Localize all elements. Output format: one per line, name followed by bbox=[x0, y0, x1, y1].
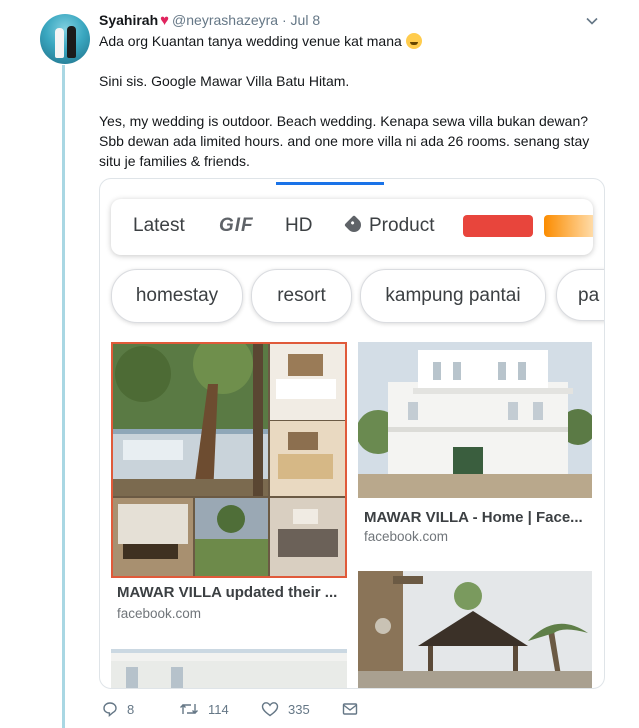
villa-photo bbox=[358, 342, 592, 498]
like-button[interactable]: 335 bbox=[261, 701, 310, 717]
like-icon bbox=[261, 702, 279, 717]
result-source-2[interactable]: facebook.com bbox=[364, 529, 448, 544]
display-name[interactable]: Syahirah bbox=[99, 12, 158, 28]
filter-product[interactable]: Product bbox=[344, 215, 435, 237]
retweet-button[interactable]: 114 bbox=[179, 701, 229, 717]
retweet-count: 114 bbox=[208, 701, 229, 717]
result-image-collage[interactable] bbox=[111, 342, 347, 578]
tweet-actions: 8 114 335 bbox=[99, 701, 399, 723]
filter-latest[interactable]: Latest bbox=[133, 215, 185, 237]
chip-partial[interactable]: pa bbox=[556, 269, 604, 321]
result-title-2[interactable]: MAWAR VILLA - Home | Face... bbox=[364, 509, 589, 526]
result-image-building[interactable] bbox=[111, 649, 347, 688]
reply-icon bbox=[103, 702, 117, 717]
tweet-header: Syahirah ♥ @neyrashazeyra · Jul 8 bbox=[99, 12, 320, 29]
avatar-figure-left bbox=[55, 28, 64, 58]
avatar-figure-right bbox=[67, 26, 76, 58]
tweet-paragraph-2: Sini sis. Google Mawar Villa Batu Hitam. bbox=[99, 73, 350, 89]
attached-image[interactable]: Latest GIF HD Product homestay resort ka… bbox=[99, 178, 605, 689]
avatar[interactable] bbox=[40, 14, 90, 64]
chip-homestay[interactable]: homestay bbox=[111, 269, 243, 323]
result-image-gazebo[interactable] bbox=[358, 571, 592, 688]
timestamp[interactable]: · Jul 8 bbox=[282, 12, 320, 28]
grinning-sweat-emoji bbox=[405, 33, 422, 49]
tweet-paragraph-3: Yes, my wedding is outdoor. Beach weddin… bbox=[99, 113, 590, 169]
collage-photo bbox=[113, 344, 345, 576]
result-title-1[interactable]: MAWAR VILLA updated their ... bbox=[117, 584, 342, 601]
tweet-text: Ada org Kuantan tanya wedding venue kat … bbox=[99, 31, 609, 171]
result-image-villa[interactable] bbox=[358, 342, 592, 498]
active-tab-indicator bbox=[276, 182, 384, 185]
filter-product-label: Product bbox=[369, 215, 435, 236]
thread-line bbox=[62, 65, 65, 728]
reply-button[interactable]: 8 bbox=[102, 701, 134, 717]
color-swatch-orange[interactable] bbox=[544, 215, 593, 237]
gazebo-photo bbox=[358, 571, 592, 688]
tag-icon bbox=[344, 215, 364, 235]
direct-message-button[interactable] bbox=[342, 701, 358, 717]
like-count: 335 bbox=[288, 701, 310, 717]
search-filter-bar: Latest GIF HD Product bbox=[111, 199, 593, 255]
filter-hd[interactable]: HD bbox=[285, 215, 312, 237]
reply-count: 8 bbox=[127, 701, 135, 717]
chip-resort[interactable]: resort bbox=[251, 269, 352, 323]
chevron-down-icon[interactable] bbox=[585, 14, 599, 28]
result-source-1[interactable]: facebook.com bbox=[117, 606, 201, 621]
tweet-line-1: Ada org Kuantan tanya wedding venue kat … bbox=[99, 33, 402, 49]
color-swatch-red[interactable] bbox=[463, 215, 533, 237]
message-icon bbox=[342, 703, 358, 715]
filter-gif[interactable]: GIF bbox=[219, 215, 254, 237]
building-photo bbox=[111, 649, 347, 688]
handle[interactable]: @neyrashazeyra bbox=[172, 12, 278, 28]
heart-icon: ♥ bbox=[160, 12, 170, 29]
retweet-icon bbox=[180, 704, 198, 714]
chip-kampung-pantai[interactable]: kampung pantai bbox=[360, 269, 546, 323]
